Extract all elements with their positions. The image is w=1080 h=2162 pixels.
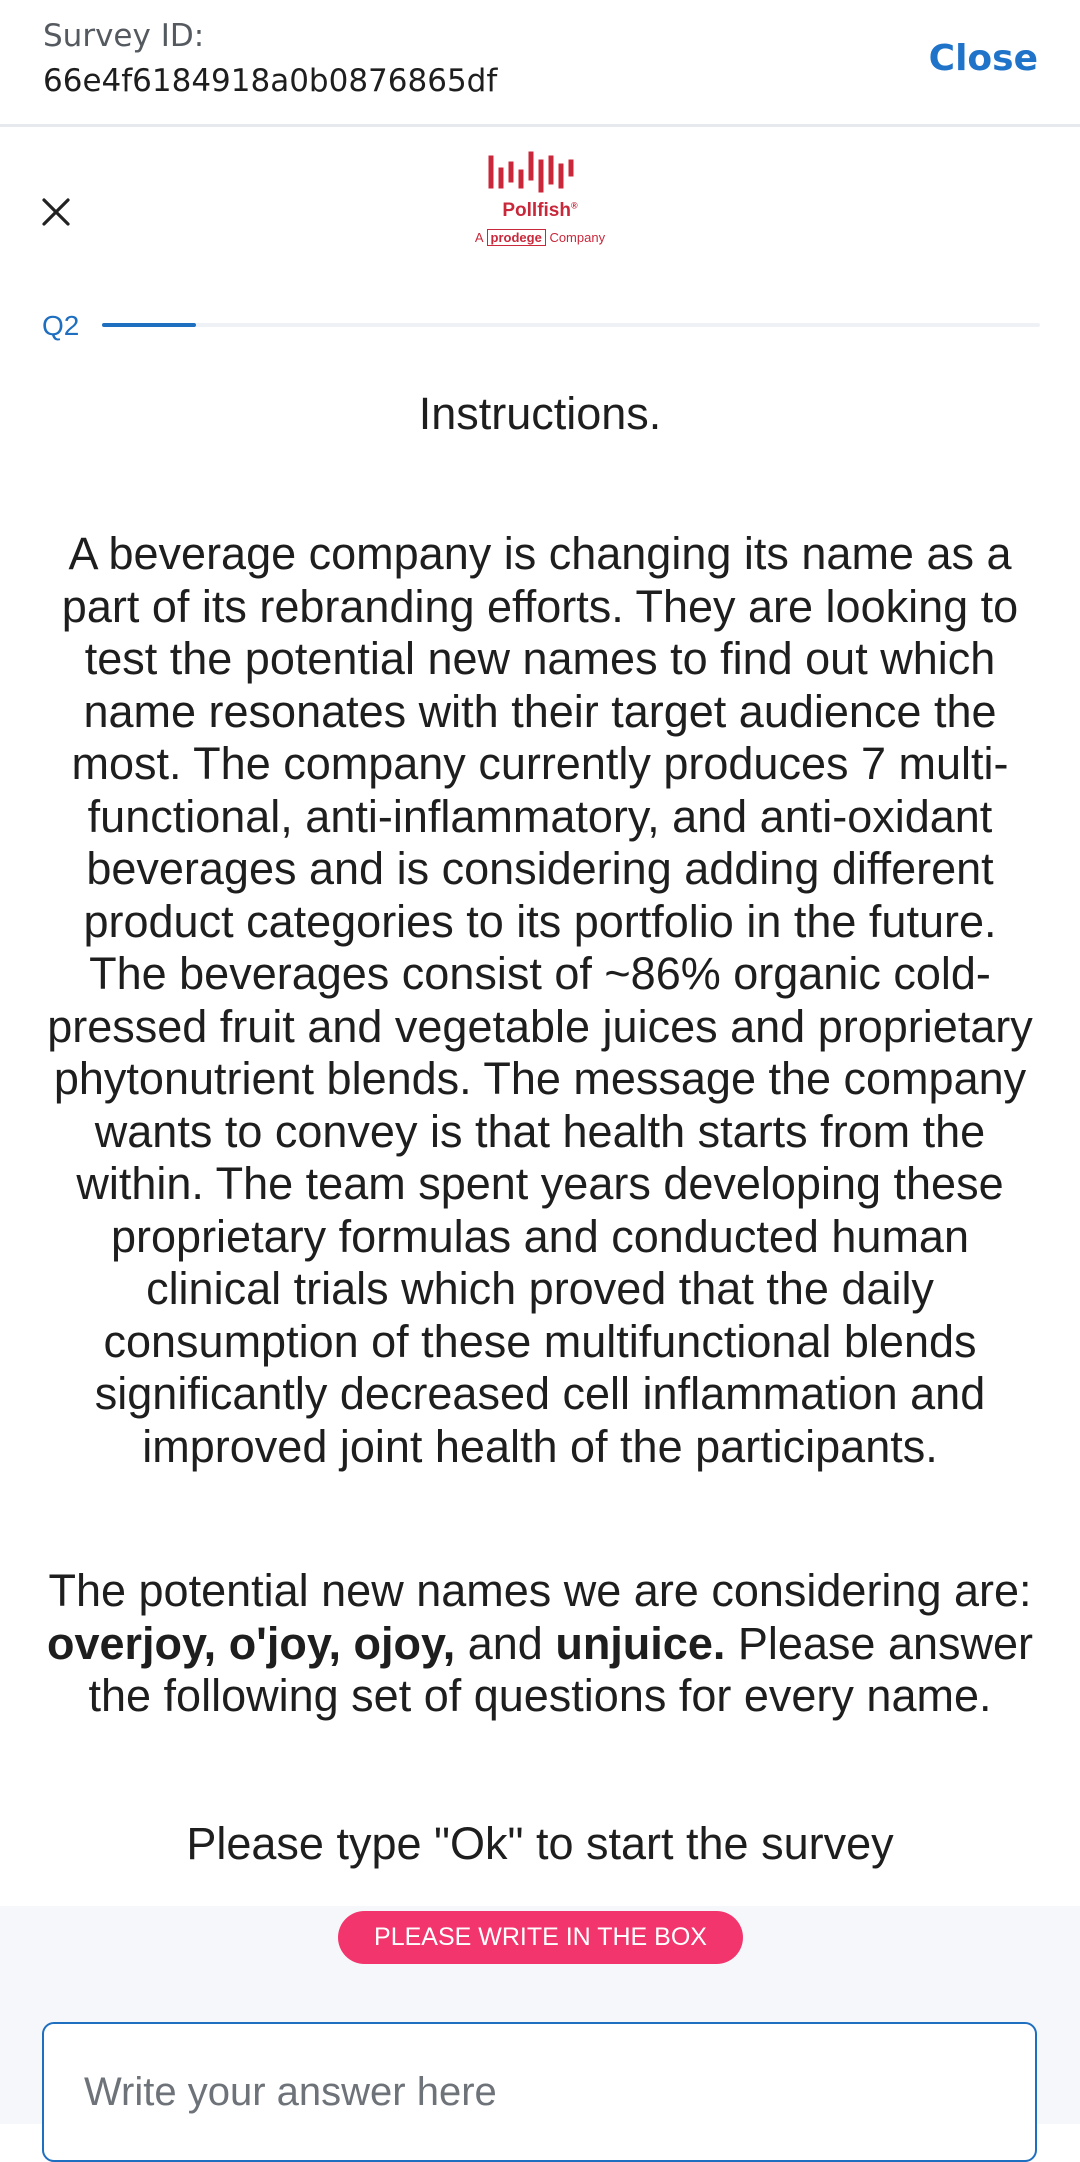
survey-id-label: Survey ID:: [43, 18, 205, 54]
pollfish-logo-icon: [488, 151, 574, 193]
answer-input[interactable]: [42, 2022, 1037, 2162]
progress-bar: [102, 323, 1040, 327]
instructions-paragraph-3: Please type "Ok" to start the survey: [186, 1818, 894, 1869]
brand-sub-brand: prodege: [486, 229, 546, 246]
brand-sub-suffix: Company: [549, 230, 606, 245]
close-icon[interactable]: [36, 192, 76, 232]
brand-sub-prefix: A: [474, 230, 483, 245]
candidate-names: overjoy, o'joy, ojoy,: [46, 1617, 456, 1669]
brand-name: Pollfish: [502, 200, 571, 221]
question-number: Q2: [42, 310, 80, 341]
brand-registered: ®: [570, 200, 578, 211]
close-button[interactable]: Close: [929, 38, 1038, 79]
write-in-box-badge: PLEASE WRITE IN THE BOX: [338, 1911, 743, 1964]
instructions-paragraph-1: A beverage company is changing its name …: [47, 528, 1033, 1472]
instructions-title: Instructions.: [418, 388, 662, 439]
instructions-paragraph-2: The potential new names we are consideri…: [46, 1565, 1034, 1721]
top-bar: Survey ID: 66e4f6184918a0b0876865df Clos…: [0, 0, 1080, 127]
survey-id-value: 66e4f6184918a0b0876865df: [43, 63, 498, 99]
pollfish-logo: Pollfish® A prodege Company: [430, 150, 650, 280]
progress-bar-fill: [102, 323, 196, 327]
candidate-name-last: unjuice.: [555, 1617, 726, 1669]
